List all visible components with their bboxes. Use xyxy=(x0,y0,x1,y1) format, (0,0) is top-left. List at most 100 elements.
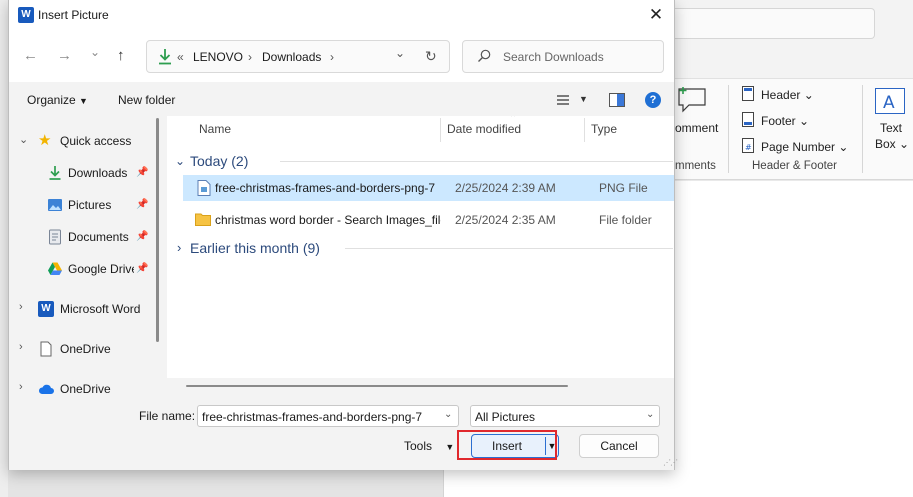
cancel-button[interactable]: Cancel xyxy=(579,434,659,458)
new-folder-button[interactable]: New folder xyxy=(118,93,175,107)
address-bar[interactable]: « LENOVO › Downloads › ⌄ ↻ xyxy=(146,40,450,73)
insert-highlight-box xyxy=(457,430,557,460)
downloads-icon xyxy=(159,49,171,65)
preview-pane-icon[interactable] xyxy=(609,93,625,107)
sidebar-item-google-drive[interactable]: Google Drive 📌 xyxy=(9,256,159,282)
dialog-footer: File name: free-christmas-frames-and-bor… xyxy=(9,396,674,470)
pin-icon[interactable]: 📌 xyxy=(136,167,148,178)
resize-grip-icon[interactable]: ⋰⋰ xyxy=(663,458,678,467)
ribbon-separator xyxy=(862,85,863,173)
group-header-earlier-this-month[interactable]: › Earlier this month (9) xyxy=(175,240,674,260)
command-bar: Organize ▼ New folder ▼ ? xyxy=(9,82,674,116)
file-type: PNG File xyxy=(599,181,648,195)
column-separator[interactable] xyxy=(584,118,585,142)
chevron-down-icon[interactable]: ⌄ xyxy=(19,133,28,146)
up-arrow-icon[interactable]: ↑ xyxy=(117,47,125,65)
chevron-down-icon[interactable]: ⌄ xyxy=(444,409,452,420)
recent-locations-icon[interactable]: ⌄ xyxy=(90,43,100,61)
close-button[interactable]: ✕ xyxy=(639,2,673,28)
forward-arrow-icon[interactable]: → xyxy=(57,47,72,65)
file-row[interactable]: free-christmas-frames-and-borders-png-7 … xyxy=(183,175,674,201)
breadcrumb-separator: › xyxy=(248,50,252,64)
downloads-icon xyxy=(49,166,61,180)
column-header-name[interactable]: Name xyxy=(199,122,231,136)
file-name: free-christmas-frames-and-borders-png-7 xyxy=(215,181,436,195)
organize-button[interactable]: Organize ▼ xyxy=(27,93,88,107)
file-name-label: File name: xyxy=(139,409,196,423)
word-icon: W xyxy=(38,301,54,317)
group-label: Today (2) xyxy=(190,153,249,169)
png-file-icon xyxy=(197,180,211,196)
tools-button[interactable]: Tools ▼ xyxy=(404,439,454,453)
view-options-icon[interactable] xyxy=(556,94,570,106)
folder-icon xyxy=(195,213,211,226)
file-type: File folder xyxy=(599,213,652,227)
breadcrumb-overflow[interactable]: « xyxy=(177,50,184,64)
header-button[interactable]: Header ⌄ xyxy=(761,88,814,102)
breadcrumb-downloads[interactable]: Downloads xyxy=(262,50,321,64)
help-icon[interactable]: ? xyxy=(645,92,661,108)
view-dropdown-icon[interactable]: ▼ xyxy=(579,94,588,104)
chevron-right-icon[interactable]: › xyxy=(19,341,23,353)
search-placeholder: Search Downloads xyxy=(503,50,604,64)
refresh-icon[interactable]: ↻ xyxy=(425,48,437,65)
svg-text:A: A xyxy=(883,93,895,113)
word-app-icon: W xyxy=(18,7,34,23)
group-label: Earlier this month (9) xyxy=(190,240,320,256)
dialog-titlebar[interactable]: W Insert Picture ✕ xyxy=(9,0,674,30)
comment-icon xyxy=(678,87,706,113)
footer-button[interactable]: Footer ⌄ xyxy=(761,114,809,128)
navigation-bar: ← → ⌄ ↑ « LENOVO › Downloads › ⌄ ↻ Searc… xyxy=(9,30,674,82)
column-header-type[interactable]: Type xyxy=(591,122,617,136)
column-separator[interactable] xyxy=(440,118,441,142)
chevron-down-icon[interactable]: ⌄ xyxy=(646,409,654,420)
star-icon: ★ xyxy=(38,132,52,149)
group-divider xyxy=(345,248,673,249)
group-header-today[interactable]: ⌄ Today (2) xyxy=(175,153,674,173)
column-header-date[interactable]: Date modified xyxy=(447,122,521,136)
search-box[interactable]: Search Downloads xyxy=(462,40,664,73)
pin-icon[interactable]: 📌 xyxy=(136,199,148,210)
chevron-right-icon[interactable]: › xyxy=(19,381,23,393)
pictures-icon xyxy=(48,199,62,211)
horizontal-scrollbar[interactable] xyxy=(186,385,568,387)
word-search-box[interactable] xyxy=(675,8,875,39)
pin-icon[interactable]: 📌 xyxy=(136,231,148,242)
back-arrow-icon[interactable]: ← xyxy=(23,47,38,65)
file-date: 2/25/2024 2:35 AM xyxy=(455,213,556,227)
chevron-right-icon[interactable]: › xyxy=(19,301,23,313)
file-type-filter[interactable]: All Pictures ⌄ xyxy=(470,405,660,427)
text-box-button[interactable]: Box ⌄ xyxy=(875,137,909,151)
dialog-title: Insert Picture xyxy=(38,8,109,22)
sidebar-scrollbar[interactable] xyxy=(156,118,159,342)
breadcrumb-lenovo[interactable]: LENOVO xyxy=(193,50,243,64)
sidebar-item-downloads[interactable]: Downloads 📌 xyxy=(9,160,159,186)
header-footer-group-label: Header & Footer xyxy=(752,160,838,172)
onedrive-cloud-icon xyxy=(38,384,54,394)
sidebar-item-pictures[interactable]: Pictures 📌 xyxy=(9,192,159,218)
google-drive-icon xyxy=(48,262,62,275)
file-name-value: free-christmas-frames-and-borders-png-7 xyxy=(202,410,423,424)
sidebar-item-documents[interactable]: Documents 📌 xyxy=(9,224,159,250)
comment-button-label[interactable]: omment xyxy=(675,121,718,135)
sidebar-item-onedrive-personal[interactable]: › OneDrive xyxy=(9,336,159,362)
page-number-button[interactable]: Page Number ⌄ xyxy=(761,140,848,154)
sidebar-item-quick-access[interactable]: ⌄ ★ Quick access xyxy=(9,128,159,154)
file-name-input[interactable]: free-christmas-frames-and-borders-png-7 … xyxy=(197,405,459,427)
chevron-right-icon: › xyxy=(177,240,182,255)
address-dropdown-icon[interactable]: ⌄ xyxy=(395,46,405,60)
comments-group-label: mments xyxy=(675,160,716,172)
text-box-icon: A xyxy=(875,88,905,114)
sidebar-item-label: Google Drive xyxy=(68,262,134,276)
svg-text:#: # xyxy=(745,143,752,152)
documents-icon xyxy=(49,229,61,245)
header-icon xyxy=(742,86,754,101)
sidebar-item-label: Quick access xyxy=(60,134,132,148)
sidebar-item-label: Documents xyxy=(68,230,129,244)
sidebar-item-microsoft-word[interactable]: › W Microsoft Word xyxy=(9,296,159,322)
search-icon xyxy=(478,49,491,62)
file-row[interactable]: christmas word border - Search Images_fi… xyxy=(183,207,674,233)
breadcrumb-separator[interactable]: › xyxy=(330,50,334,64)
pin-icon[interactable]: 📌 xyxy=(136,263,148,274)
text-box-label-line1[interactable]: Text xyxy=(880,121,902,135)
